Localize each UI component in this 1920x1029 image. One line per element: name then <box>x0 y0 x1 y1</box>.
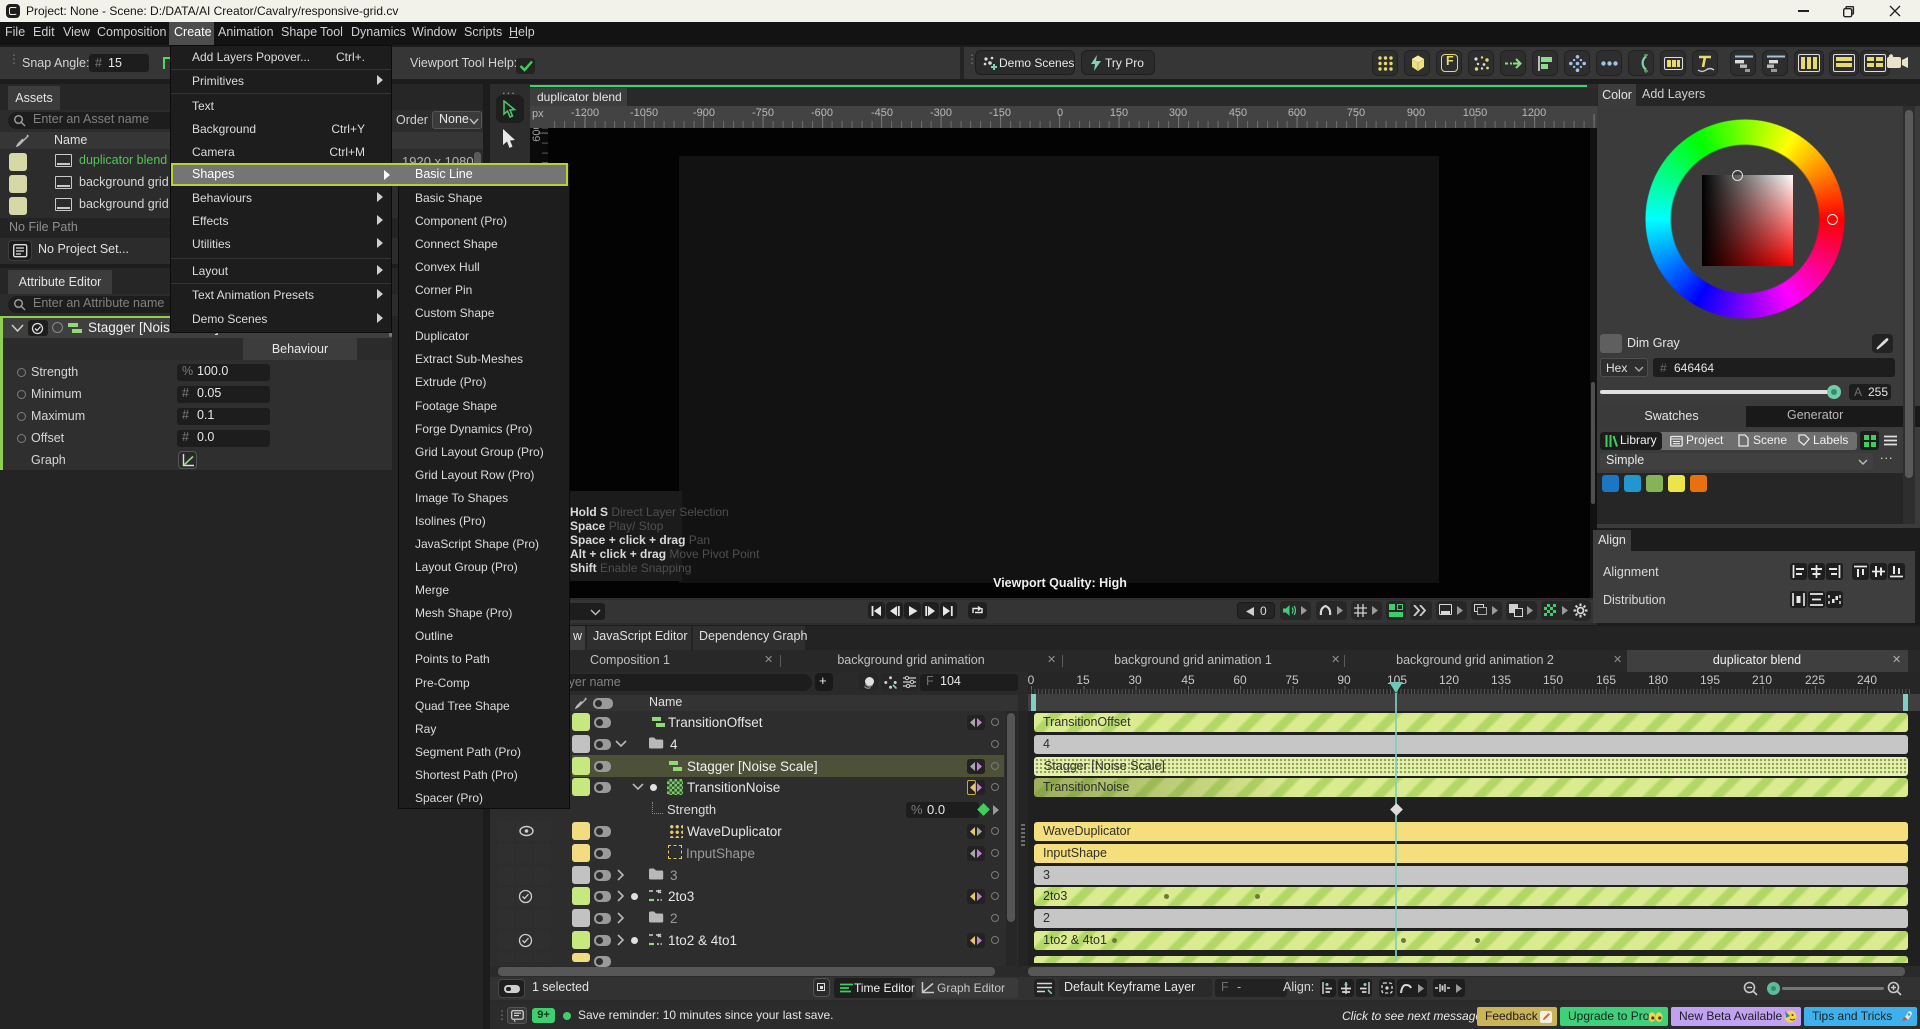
svg-text:600: 600 <box>531 128 543 142</box>
